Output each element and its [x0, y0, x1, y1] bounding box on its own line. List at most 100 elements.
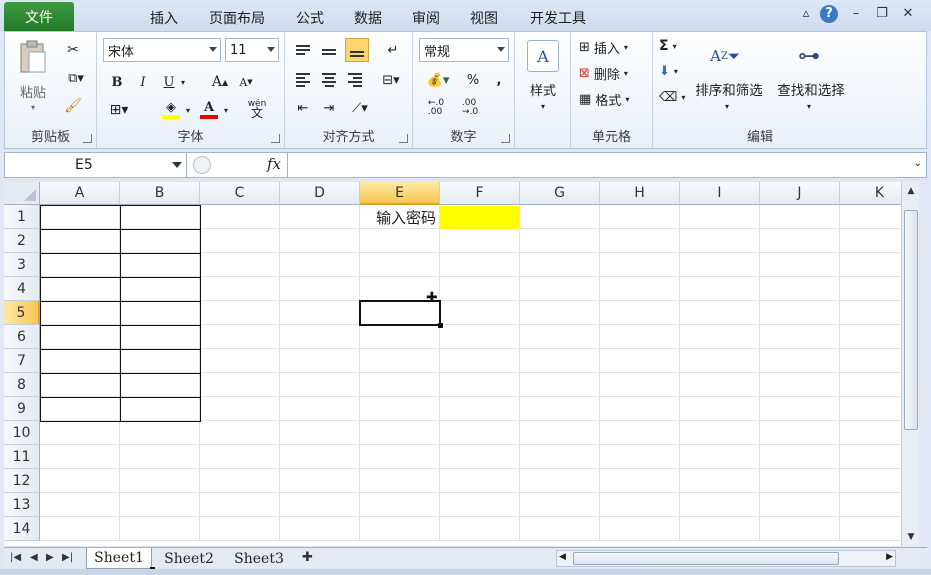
cell-E3[interactable]	[360, 253, 440, 277]
cell-H14[interactable]	[600, 517, 680, 541]
cell-D13[interactable]	[280, 493, 360, 517]
scroll-left-icon[interactable]: ◀	[559, 552, 566, 562]
cell-H11[interactable]	[600, 445, 680, 469]
cell-G7[interactable]	[520, 349, 600, 373]
row-header-13[interactable]: 13	[4, 493, 40, 517]
row-header-10[interactable]: 10	[4, 421, 40, 445]
paste-icon[interactable]	[13, 38, 53, 78]
cell-D3[interactable]	[280, 253, 360, 277]
wrap-text-icon[interactable]: ↵	[381, 40, 405, 60]
sheet-tab-1[interactable]: Sheet1	[86, 548, 155, 572]
cell-F14[interactable]	[440, 517, 520, 541]
row-header-8[interactable]: 8	[4, 373, 40, 397]
cell-K7[interactable]	[840, 349, 901, 373]
cell-C2[interactable]	[200, 229, 280, 253]
font-size-select[interactable]: 11	[225, 38, 279, 62]
cell-F6[interactable]	[440, 325, 520, 349]
formula-input[interactable]	[291, 153, 901, 177]
align-center-icon[interactable]	[319, 70, 339, 90]
column-header-B[interactable]: B	[120, 182, 200, 205]
cell-F11[interactable]	[440, 445, 520, 469]
cell-H13[interactable]	[600, 493, 680, 517]
fill-color-icon[interactable]: ◈	[159, 98, 183, 120]
cell-K1[interactable]	[840, 205, 901, 229]
column-header-A[interactable]: A	[40, 182, 120, 205]
row-header-1[interactable]: 1	[4, 205, 40, 229]
cut-icon[interactable]: ✂	[63, 40, 83, 60]
select-all-button[interactable]	[4, 182, 40, 205]
cell-H1[interactable]	[600, 205, 680, 229]
cell-K10[interactable]	[840, 421, 901, 445]
cell-C8[interactable]	[200, 373, 280, 397]
column-header-I[interactable]: I	[680, 182, 760, 205]
sort-filter-icon[interactable]: A Z ⏷	[709, 40, 741, 72]
tab-page-layout[interactable]: 页面布局	[198, 4, 276, 31]
column-header-E[interactable]: E	[360, 182, 440, 205]
tab-file[interactable]: 文件	[4, 2, 74, 31]
cell-K9[interactable]	[840, 397, 901, 421]
cell-H6[interactable]	[600, 325, 680, 349]
tab-developer[interactable]: 开发工具	[520, 4, 596, 31]
cell-F9[interactable]	[440, 397, 520, 421]
window-close-icon[interactable]: ✕	[898, 6, 918, 21]
cell-C11[interactable]	[200, 445, 280, 469]
alignment-expand-icon[interactable]	[399, 134, 408, 143]
increase-font-icon[interactable]: A ▲	[209, 72, 231, 92]
cell-F12[interactable]	[440, 469, 520, 493]
column-header-G[interactable]: G	[520, 182, 600, 205]
tab-formulas[interactable]: 公式	[284, 4, 336, 31]
decrease-font-icon[interactable]: A ▼	[235, 72, 257, 92]
delete-cells-button[interactable]: ⊠ 删除 ▾	[579, 64, 628, 83]
column-header-C[interactable]: C	[200, 182, 280, 205]
cell-H2[interactable]	[600, 229, 680, 253]
font-color-dropdown-icon[interactable]: ▾	[221, 100, 231, 120]
styles-button[interactable]: 样式	[519, 80, 567, 99]
cell-J6[interactable]	[760, 325, 840, 349]
cell-C10[interactable]	[200, 421, 280, 445]
increase-decimal-icon[interactable]: ←.0.00	[421, 98, 451, 118]
cell-A11[interactable]	[40, 445, 120, 469]
cell-C13[interactable]	[200, 493, 280, 517]
cell-B13[interactable]	[120, 493, 200, 517]
sort-filter-button[interactable]: 排序和筛选	[689, 80, 769, 99]
align-middle-icon[interactable]	[319, 40, 339, 60]
row-header-12[interactable]: 12	[4, 469, 40, 493]
cell-G9[interactable]	[520, 397, 600, 421]
prev-sheet-icon[interactable]: ◀	[30, 552, 38, 563]
decrease-indent-icon[interactable]: ⇤	[293, 98, 313, 118]
cell-H7[interactable]	[600, 349, 680, 373]
number-expand-icon[interactable]	[501, 134, 510, 143]
cell-D5[interactable]	[280, 301, 360, 325]
cell-G6[interactable]	[520, 325, 600, 349]
horizontal-scroll-thumb[interactable]	[573, 552, 839, 565]
underline-button[interactable]: U	[159, 72, 179, 92]
cell-I13[interactable]	[680, 493, 760, 517]
cell-G8[interactable]	[520, 373, 600, 397]
cell-A13[interactable]	[40, 493, 120, 517]
expand-formula-bar-icon[interactable]: ⌄	[914, 158, 922, 169]
column-header-F[interactable]: F	[440, 182, 520, 205]
underline-dropdown-icon[interactable]: ▾	[177, 72, 189, 92]
cell-J12[interactable]	[760, 469, 840, 493]
cell-C7[interactable]	[200, 349, 280, 373]
currency-icon[interactable]: 💰▾	[421, 70, 455, 90]
cell-I3[interactable]	[680, 253, 760, 277]
column-header-H[interactable]: H	[600, 182, 680, 205]
phonetic-icon[interactable]: wén 文	[245, 98, 269, 120]
cell-A10[interactable]	[40, 421, 120, 445]
cell-E12[interactable]	[360, 469, 440, 493]
cell-H9[interactable]	[600, 397, 680, 421]
horizontal-scrollbar[interactable]: ◀ ▶	[556, 550, 896, 567]
scroll-right-icon[interactable]: ▶	[886, 552, 893, 562]
sheet-tab-3[interactable]: Sheet3	[226, 548, 292, 569]
formula-bar-resize-icon[interactable]	[193, 156, 211, 174]
cell-C12[interactable]	[200, 469, 280, 493]
cell-H12[interactable]	[600, 469, 680, 493]
cell-H4[interactable]	[600, 277, 680, 301]
cell-G13[interactable]	[520, 493, 600, 517]
increase-indent-icon[interactable]: ⇥	[319, 98, 339, 118]
cell-E6[interactable]	[360, 325, 440, 349]
cell-K12[interactable]	[840, 469, 901, 493]
cell-E14[interactable]	[360, 517, 440, 541]
insert-function-button[interactable]: fx	[267, 155, 281, 173]
